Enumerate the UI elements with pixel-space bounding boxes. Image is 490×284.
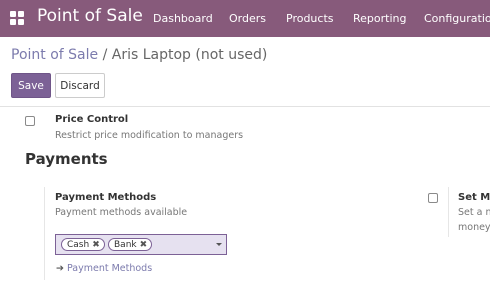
app-title[interactable]: Point of Sale	[37, 6, 143, 26]
close-icon[interactable]: ✖	[92, 240, 100, 250]
payment-methods-title: Payment Methods	[55, 192, 157, 203]
menu-configuration[interactable]: Configuration	[424, 12, 490, 25]
arrow-right-icon: ➔	[56, 263, 64, 274]
payment-methods-link-label: Payment Methods	[66, 263, 153, 274]
price-control-title: Price Control	[55, 114, 129, 125]
setting-left-rule	[44, 187, 45, 280]
right-setting-title: Set Ma	[458, 192, 490, 203]
payments-section-title: Payments	[25, 150, 108, 168]
menu-orders[interactable]: Orders	[229, 12, 266, 25]
tag-label: Cash	[67, 239, 90, 250]
breadcrumb-current: Aris Laptop (not used)	[111, 47, 268, 63]
payment-methods-link[interactable]: ➔ Payment Methods	[56, 263, 152, 274]
setting-right-rule	[448, 187, 449, 237]
top-navbar: Point of Sale Dashboard Orders Products …	[0, 0, 490, 37]
close-icon[interactable]: ✖	[140, 240, 148, 250]
tag-label: Bank	[114, 239, 137, 250]
apps-grid-icon[interactable]	[10, 11, 24, 25]
menu-dashboard[interactable]: Dashboard	[153, 12, 213, 25]
menu-reporting[interactable]: Reporting	[353, 12, 406, 25]
price-control-description: Restrict price modification to managers	[55, 130, 244, 141]
right-setting-description-line1: Set a n	[458, 207, 490, 218]
discard-button[interactable]: Discard	[55, 73, 105, 98]
save-button[interactable]: Save	[11, 73, 51, 98]
breadcrumb-parent-link[interactable]: Point of Sale	[11, 47, 98, 63]
payment-methods-tags-input[interactable]: Cash ✖ Bank ✖	[55, 234, 227, 255]
tag-cash: Cash ✖	[61, 238, 105, 251]
payment-methods-description: Payment methods available	[55, 207, 188, 218]
caret-down-icon[interactable]	[216, 243, 222, 246]
breadcrumb-separator: /	[102, 47, 108, 63]
header-divider	[0, 106, 490, 107]
price-control-checkbox[interactable]	[25, 116, 35, 126]
right-setting-checkbox[interactable]	[428, 193, 438, 203]
breadcrumb: Point of Sale / Aris Laptop (not used)	[11, 47, 267, 63]
right-setting-description-line2: money	[458, 222, 490, 233]
tag-bank: Bank ✖	[108, 238, 153, 251]
menu-products[interactable]: Products	[286, 12, 334, 25]
